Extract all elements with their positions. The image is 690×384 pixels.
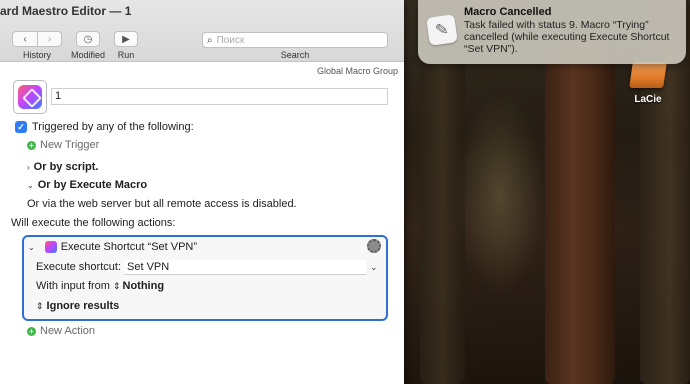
chevron-down-icon[interactable]: ⌄ bbox=[370, 262, 378, 273]
macro-group-label: Global Macro Group bbox=[316, 66, 398, 76]
play-icon: ▶ bbox=[122, 33, 130, 45]
drive-label: LaCie bbox=[634, 94, 662, 105]
ignore-results-label: Ignore results bbox=[46, 300, 120, 312]
ignore-results-popup[interactable]: ⇕ Ignore results bbox=[36, 300, 119, 312]
run-label: Run bbox=[117, 50, 135, 60]
shortcuts-icon bbox=[44, 241, 57, 253]
chevron-right-icon: › bbox=[27, 162, 30, 172]
forward-button[interactable]: › bbox=[36, 32, 61, 46]
trigger-checkbox-row[interactable]: ✓ Triggered by any of the following: bbox=[15, 121, 194, 133]
macro-editor-content: Global Macro Group 1 ✓ Triggered by any … bbox=[0, 62, 404, 384]
modified-button[interactable]: ◷ bbox=[76, 31, 100, 47]
or-by-script-disclosure[interactable]: › Or by script. bbox=[27, 161, 98, 173]
shortcut-label: Execute shortcut: bbox=[36, 261, 121, 273]
new-action-button[interactable]: + New Action bbox=[27, 325, 95, 337]
window-toolbar: ard Maestro Editor — 1 ‹ › History ◷ Mod… bbox=[0, 0, 404, 62]
updown-chevron-icon: ⇕ bbox=[112, 280, 121, 291]
shortcut-select[interactable]: Set VPN bbox=[124, 260, 366, 275]
external-drive-icon bbox=[629, 62, 667, 88]
back-icon: ‹ bbox=[23, 33, 27, 45]
notification-body: Task failed with status 9. Macro “Trying… bbox=[464, 19, 670, 55]
action-title: Execute Shortcut “Set VPN” bbox=[60, 241, 198, 253]
back-button[interactable]: ‹ bbox=[13, 32, 37, 46]
clock-icon: ◷ bbox=[83, 33, 93, 45]
chevron-down-icon[interactable]: ⌄ bbox=[28, 243, 35, 252]
macro-name-field[interactable]: 1 bbox=[51, 88, 388, 105]
search-input[interactable]: ⌕ Поиск bbox=[202, 32, 388, 48]
trigger-label: Triggered by any of the following: bbox=[32, 121, 194, 133]
or-by-execute-macro-label: Or by Execute Macro bbox=[37, 179, 148, 191]
web-server-note: Or via the web server but all remote acc… bbox=[27, 198, 297, 210]
updown-chevron-icon: ⇕ bbox=[36, 300, 44, 311]
wallpaper-glow bbox=[455, 95, 545, 295]
search-icon: ⌕ bbox=[207, 34, 213, 46]
notification-title: Macro Cancelled bbox=[464, 6, 552, 18]
tree-trunk bbox=[545, 40, 615, 384]
gear-icon[interactable] bbox=[367, 239, 381, 253]
plus-icon: + bbox=[27, 326, 36, 336]
action-header: ⌄ Execute Shortcut “Set VPN” bbox=[28, 241, 197, 253]
shortcuts-icon bbox=[18, 85, 42, 109]
history-buttons: ‹ › bbox=[12, 31, 62, 47]
new-action-label: New Action bbox=[40, 325, 96, 337]
or-by-execute-macro-disclosure[interactable]: ⌄ Or by Execute Macro bbox=[27, 179, 147, 191]
script-editor-icon: ✎ bbox=[426, 14, 458, 46]
notification-banner[interactable]: ✎ Macro Cancelled Task failed with statu… bbox=[418, 0, 686, 64]
new-trigger-button[interactable]: + New Trigger bbox=[27, 139, 99, 151]
modified-label: Modified bbox=[70, 50, 106, 60]
input-source-row: With input from ⇕ Nothing bbox=[36, 280, 164, 292]
input-label: With input from bbox=[36, 280, 110, 292]
action-execute-shortcut[interactable]: ⌄ Execute Shortcut “Set VPN” Execute sho… bbox=[22, 235, 388, 321]
desktop-drive-lacie[interactable]: LaCie bbox=[624, 62, 672, 105]
or-by-script-label: Or by script. bbox=[33, 161, 99, 173]
chevron-down-icon: ⌄ bbox=[27, 180, 34, 190]
forward-icon: › bbox=[47, 33, 52, 45]
window-title: ard Maestro Editor — 1 bbox=[0, 4, 132, 18]
history-label: History bbox=[22, 50, 51, 60]
editor-window: ard Maestro Editor — 1 ‹ › History ◷ Mod… bbox=[0, 0, 404, 384]
run-button[interactable]: ▶ bbox=[114, 31, 138, 47]
new-trigger-label: New Trigger bbox=[40, 139, 100, 151]
checkmark-icon[interactable]: ✓ bbox=[15, 121, 27, 133]
plus-icon: + bbox=[27, 140, 36, 150]
macro-icon-well[interactable] bbox=[13, 80, 47, 114]
will-execute-label: Will execute the following actions: bbox=[11, 217, 176, 229]
search-label: Search bbox=[280, 50, 310, 60]
input-source-popup[interactable]: Nothing bbox=[123, 280, 165, 292]
search-placeholder: Поиск bbox=[216, 34, 245, 46]
